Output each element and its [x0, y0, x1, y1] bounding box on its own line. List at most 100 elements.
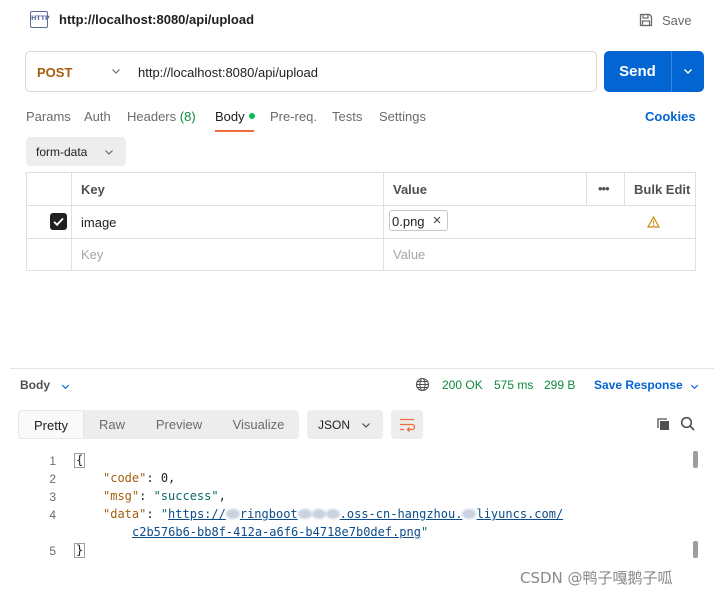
column-divider	[71, 173, 72, 270]
url-part: .oss-cn-hangzhou.	[339, 507, 463, 521]
chevron-down-icon	[112, 69, 120, 74]
send-label: Send	[619, 63, 656, 80]
tab-pre-request[interactable]: Pre-req.	[270, 109, 317, 124]
tab-settings[interactable]: Settings	[379, 109, 426, 124]
status-badge[interactable]: 200 OK	[442, 378, 483, 392]
column-divider	[383, 173, 384, 270]
chevron-down-icon	[61, 384, 70, 390]
column-divider	[586, 173, 587, 205]
tab-body[interactable]: Body	[215, 109, 255, 124]
redacted-mark	[225, 509, 240, 519]
redacted-mark	[325, 509, 340, 519]
code-line: "msg": "success",	[103, 489, 226, 503]
watermark: CSDN @鸭子嘎鹅子呱	[520, 569, 673, 587]
close-brace: }	[74, 543, 86, 558]
line-number: 3	[49, 490, 56, 504]
file-chip: 0.png	[389, 210, 448, 231]
format-select[interactable]: JSON	[307, 410, 383, 439]
response-time[interactable]: 575 ms	[494, 378, 533, 392]
url-part: https://	[168, 507, 226, 521]
http-request-icon: HTTP	[30, 11, 50, 28]
save-label: Save	[662, 12, 692, 28]
close-icon[interactable]	[431, 214, 443, 226]
body-mode-select[interactable]: form-data	[26, 137, 126, 166]
row-key[interactable]: image	[81, 215, 116, 230]
save-response-button[interactable]: Save Response	[594, 378, 683, 392]
request-title[interactable]: http://localhost:8080/api/upload	[59, 12, 254, 27]
line-number: 5	[49, 544, 56, 558]
url-part: liyuncs.com/	[476, 507, 564, 521]
open-brace: {	[74, 453, 86, 468]
response-size[interactable]: 299 B	[544, 378, 575, 392]
json-key: "code"	[103, 471, 147, 485]
json-key: "msg"	[103, 489, 140, 503]
line-number: 4	[49, 508, 56, 522]
format-label: JSON	[318, 418, 351, 432]
json-number: 0	[160, 471, 169, 485]
chevron-down-icon	[690, 384, 699, 390]
chevron-down-icon	[362, 423, 370, 428]
key-column-header: Key	[81, 182, 105, 197]
send-button[interactable]: Send	[604, 51, 704, 92]
pane-divider[interactable]	[10, 368, 714, 369]
more-options-icon[interactable]: •••	[598, 181, 610, 196]
url-bar: POST	[25, 51, 597, 92]
tab-headers[interactable]: Headers (8)	[127, 109, 196, 124]
tab-tests[interactable]: Tests	[332, 109, 362, 124]
tab-params[interactable]: Params	[26, 109, 71, 124]
code-line: }	[74, 543, 86, 558]
copy-icon[interactable]	[656, 417, 671, 432]
warning-icon	[647, 216, 660, 228]
json-key: "data"	[103, 507, 147, 521]
response-section-select[interactable]: Body	[20, 378, 50, 392]
form-data-table: Key Value ••• Bulk Edit image 0.png Key …	[26, 172, 696, 271]
line-number: 2	[49, 472, 56, 486]
tab-body-label: Body	[215, 109, 245, 124]
tab-auth[interactable]: Auth	[84, 109, 111, 124]
new-value-input[interactable]: Value	[393, 247, 425, 262]
tab-preview[interactable]: Preview	[140, 410, 218, 439]
row-divider	[27, 205, 695, 206]
code-line: c2b576b6-bb8f-412a-a6f6-b4718e7b0def.png…	[132, 525, 429, 539]
new-key-input[interactable]: Key	[81, 247, 103, 262]
body-modified-dot	[248, 113, 255, 119]
wrap-lines-icon	[400, 418, 416, 432]
scrollbar-thumb[interactable]	[693, 541, 698, 558]
url-input[interactable]	[138, 60, 578, 84]
cookies-link[interactable]: Cookies	[645, 109, 696, 124]
tab-visualize[interactable]: Visualize	[218, 410, 299, 439]
redacted-mark	[297, 509, 312, 519]
row-enabled-checkbox[interactable]	[50, 213, 67, 230]
globe-icon[interactable]	[415, 377, 430, 392]
save-button[interactable]: Save	[638, 10, 692, 30]
bulk-edit-button[interactable]: Bulk Edit	[634, 182, 690, 197]
response-view-tabs: Pretty Raw Preview Visualize	[18, 410, 299, 439]
column-divider	[624, 173, 625, 205]
data-url-link[interactable]: https:// ringboot .oss-cn-hangzhou. liyuncs…	[168, 507, 563, 521]
tab-pretty[interactable]: Pretty	[18, 410, 84, 439]
search-icon[interactable]	[680, 416, 696, 432]
checkmark-icon	[53, 217, 64, 227]
chevron-down-icon	[105, 150, 113, 155]
tab-headers-label: Headers	[127, 109, 177, 124]
line-number: 1	[49, 454, 56, 468]
method-select[interactable]: POST	[26, 52, 134, 91]
send-options-chevron-icon[interactable]	[682, 65, 694, 77]
request-title-bar: HTTP http://localhost:8080/api/upload Sa…	[0, 0, 726, 40]
row-divider	[27, 238, 695, 239]
active-tab-underline	[215, 130, 254, 132]
send-divider	[671, 51, 672, 92]
headers-count: (8)	[179, 109, 196, 124]
redacted-mark	[462, 509, 477, 519]
scrollbar-thumb[interactable]	[693, 451, 698, 468]
code-line: "code": 0,	[103, 471, 176, 485]
data-url-link[interactable]: c2b576b6-bb8f-412a-a6f6-b4718e7b0def.png	[132, 525, 421, 539]
code-line: "data": "https://ringboot .oss-cn-hangzho…	[103, 507, 564, 521]
method-label: POST	[37, 65, 73, 80]
file-name: 0.png	[392, 214, 425, 229]
redacted-mark	[311, 509, 326, 519]
wrap-lines-button[interactable]	[391, 410, 423, 439]
tab-raw[interactable]: Raw	[84, 410, 140, 439]
save-icon	[639, 13, 653, 27]
response-body-viewer[interactable]: 1 2 3 4 5 { "code": 0, "msg": "success",…	[0, 450, 700, 570]
